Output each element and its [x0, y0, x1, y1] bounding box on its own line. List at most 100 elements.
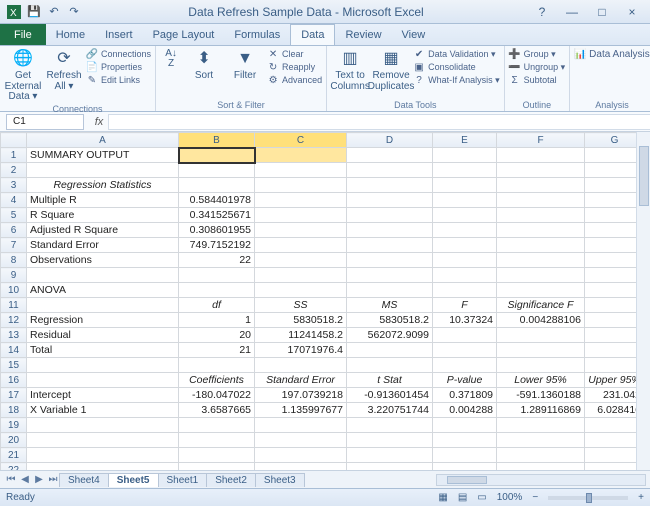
row-header[interactable]: 21	[1, 448, 27, 463]
cell[interactable]: t Stat	[347, 373, 433, 388]
cell[interactable]: -591.1360188	[497, 388, 585, 403]
sheet-nav-prev[interactable]: ◀	[18, 474, 32, 485]
cell[interactable]: 5830518.2	[255, 313, 347, 328]
row-header[interactable]: 5	[1, 208, 27, 223]
cell[interactable]: 749.7152192	[179, 238, 255, 253]
cell[interactable]: 0.371809	[433, 388, 497, 403]
cell[interactable]: SUMMARY OUTPUT	[27, 148, 179, 163]
row-header[interactable]: 19	[1, 418, 27, 433]
cell[interactable]: 10.37324	[433, 313, 497, 328]
cell[interactable]: 0.308601955	[179, 223, 255, 238]
cell[interactable]	[347, 148, 433, 163]
maximize-button[interactable]: □	[590, 4, 614, 20]
tab-review[interactable]: Review	[335, 24, 391, 45]
cell[interactable]: P-value	[433, 373, 497, 388]
get-external-data-button[interactable]: 🌐 Get External Data ▾	[4, 48, 42, 103]
cell[interactable]: 0.341525671	[179, 208, 255, 223]
cell[interactable]: 1	[179, 313, 255, 328]
cell[interactable]: 22	[179, 253, 255, 268]
cell[interactable]: -0.913601454	[347, 388, 433, 403]
clear-item[interactable]: ✕Clear	[267, 48, 322, 60]
vscroll-thumb[interactable]	[639, 146, 649, 206]
cell[interactable]: 562072.9099	[347, 328, 433, 343]
row-header[interactable]: 11	[1, 298, 27, 313]
save-icon[interactable]: 💾	[26, 4, 42, 20]
data-validation-item[interactable]: ✔Data Validation ▾	[413, 48, 500, 60]
zoom-out-button[interactable]: −	[532, 492, 538, 503]
cell[interactable]: 3.220751744	[347, 403, 433, 418]
help-button[interactable]: ?	[530, 4, 554, 20]
edit-links-item[interactable]: ✎Edit Links	[86, 74, 151, 86]
hscroll-thumb[interactable]	[447, 476, 487, 484]
minimize-button[interactable]: —	[560, 4, 584, 20]
row-header[interactable]: 3	[1, 178, 27, 193]
undo-icon[interactable]: ↶	[46, 4, 62, 20]
subtotal-item[interactable]: ΣSubtotal	[509, 74, 566, 86]
cell-selected[interactable]	[179, 148, 255, 163]
row-header[interactable]: 22	[1, 463, 27, 471]
sheet-tab[interactable]: Sheet1	[158, 473, 208, 487]
col-header-B[interactable]: B	[179, 133, 255, 148]
cell[interactable]: Observations	[27, 253, 179, 268]
tab-view[interactable]: View	[392, 24, 436, 45]
cell[interactable]: 20	[179, 328, 255, 343]
ungroup-item[interactable]: ➖Ungroup ▾	[509, 61, 566, 73]
row-header[interactable]: 14	[1, 343, 27, 358]
col-header-C[interactable]: C	[255, 133, 347, 148]
select-all-corner[interactable]	[1, 133, 27, 148]
view-normal-icon[interactable]: ▦	[438, 492, 447, 503]
view-break-icon[interactable]: ▭	[477, 492, 486, 503]
view-layout-icon[interactable]: ▤	[458, 492, 467, 503]
cell[interactable]: R Square	[27, 208, 179, 223]
cell[interactable]: 0.004288	[433, 403, 497, 418]
worksheet-grid[interactable]: A B C D E F G H 1SUMMARY OUTPUT 2 3Regre…	[0, 132, 650, 470]
row-header[interactable]: 12	[1, 313, 27, 328]
cell[interactable]: 0.584401978	[179, 193, 255, 208]
advanced-item[interactable]: ⚙Advanced	[267, 74, 322, 86]
cell[interactable]: df	[179, 298, 255, 313]
cell[interactable]: Intercept	[27, 388, 179, 403]
data-analysis-button[interactable]: 📊Data Analysis	[574, 48, 650, 60]
sheet-nav-next[interactable]: ▶	[32, 474, 46, 485]
properties-item[interactable]: 📄Properties	[86, 61, 151, 73]
text-to-columns-button[interactable]: ▥ Text to Columns	[331, 48, 369, 92]
row-header[interactable]: 1	[1, 148, 27, 163]
tab-home[interactable]: Home	[46, 24, 95, 45]
cell[interactable]: Standard Error	[255, 373, 347, 388]
horizontal-scrollbar[interactable]	[436, 474, 646, 486]
cell[interactable]: 3.6587665	[179, 403, 255, 418]
row-header[interactable]: 7	[1, 238, 27, 253]
close-button[interactable]: ×	[620, 4, 644, 20]
cell[interactable]	[255, 148, 347, 163]
row-header[interactable]: 8	[1, 253, 27, 268]
cell[interactable]: ANOVA	[27, 283, 179, 298]
zoom-in-button[interactable]: +	[638, 492, 644, 503]
cell[interactable]: 1.135997677	[255, 403, 347, 418]
col-header-A[interactable]: A	[27, 133, 179, 148]
whatif-item[interactable]: ?What-If Analysis ▾	[413, 74, 500, 86]
cell[interactable]: 1.289116869	[497, 403, 585, 418]
refresh-all-button[interactable]: ⟳ Refresh All ▾	[45, 48, 83, 92]
col-header-F[interactable]: F	[497, 133, 585, 148]
cell[interactable]: Standard Error	[27, 238, 179, 253]
cell[interactable]: 197.0739218	[255, 388, 347, 403]
sort-az-button[interactable]: A↓Z	[160, 48, 182, 70]
cell[interactable]: Total	[27, 343, 179, 358]
file-tab[interactable]: File	[0, 24, 46, 45]
reapply-item[interactable]: ↻Reapply	[267, 61, 322, 73]
row-header[interactable]: 15	[1, 358, 27, 373]
fx-icon[interactable]: fx	[90, 116, 108, 128]
row-header[interactable]: 18	[1, 403, 27, 418]
consolidate-item[interactable]: ▣Consolidate	[413, 61, 500, 73]
row-header[interactable]: 10	[1, 283, 27, 298]
group-item[interactable]: ➕Group ▾	[509, 48, 566, 60]
col-header-D[interactable]: D	[347, 133, 433, 148]
col-header-E[interactable]: E	[433, 133, 497, 148]
tab-page-layout[interactable]: Page Layout	[143, 24, 225, 45]
sheet-tab[interactable]: Sheet2	[206, 473, 256, 487]
sheet-tab-active[interactable]: Sheet5	[108, 473, 159, 487]
redo-icon[interactable]: ↷	[66, 4, 82, 20]
sheet-nav-last[interactable]: ⏭	[46, 474, 60, 485]
cell[interactable]: Adjusted R Square	[27, 223, 179, 238]
cell[interactable]: X Variable 1	[27, 403, 179, 418]
